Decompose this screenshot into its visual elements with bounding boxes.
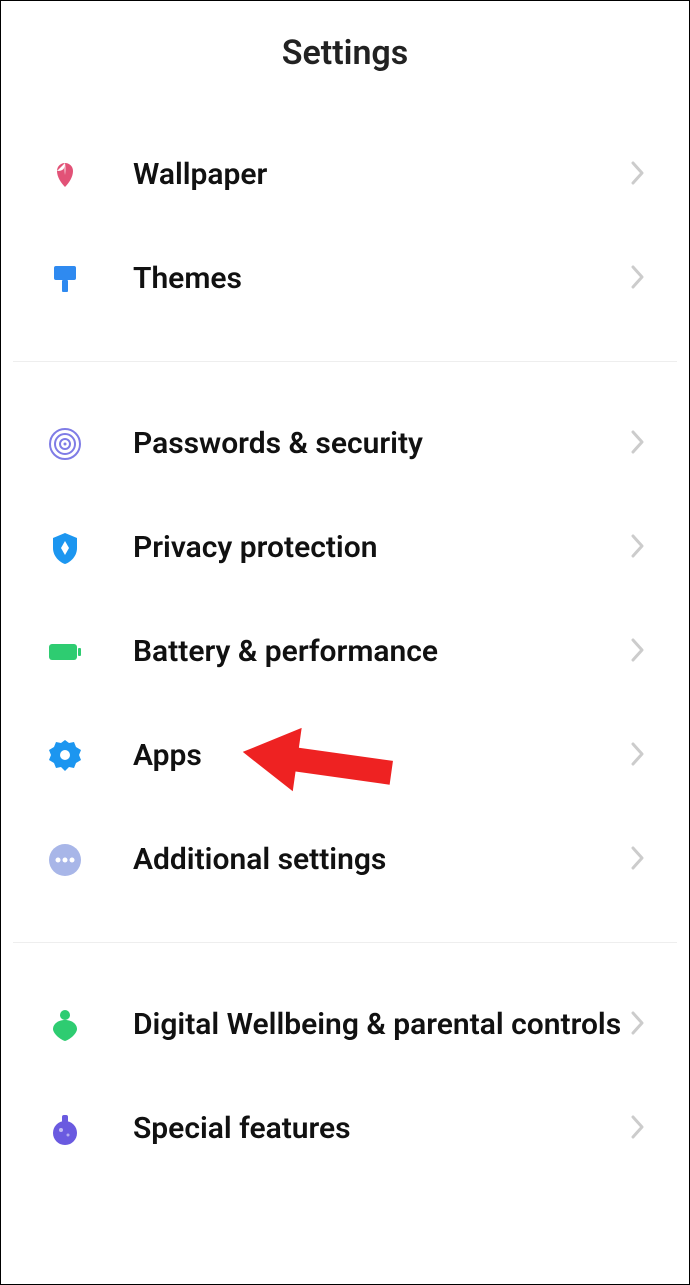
item-additional-settings[interactable]: Additional settings [1, 808, 689, 912]
item-apps[interactable]: Apps [1, 704, 689, 808]
chevron-right-icon [631, 1115, 649, 1143]
item-label: Special features [133, 1110, 631, 1148]
chevron-right-icon [631, 161, 649, 189]
item-passwords-security[interactable]: Passwords & security [1, 392, 689, 496]
item-label: Passwords & security [133, 425, 631, 463]
settings-list: Wallpaper Themes Passwords & security Pr… [1, 123, 689, 1181]
item-label: Apps [133, 737, 631, 775]
chevron-right-icon [631, 430, 649, 458]
wallpaper-icon [45, 155, 85, 195]
item-privacy-protection[interactable]: Privacy protection [1, 496, 689, 600]
item-label: Digital Wellbeing & parental controls [133, 1006, 631, 1044]
item-label: Privacy protection [133, 529, 631, 567]
item-digital-wellbeing[interactable]: Digital Wellbeing & parental controls [1, 973, 689, 1077]
chevron-right-icon [631, 265, 649, 293]
chevron-right-icon [631, 846, 649, 874]
themes-icon [45, 259, 85, 299]
chevron-right-icon [631, 534, 649, 562]
shield-icon [45, 528, 85, 568]
chevron-right-icon [631, 638, 649, 666]
item-wallpaper[interactable]: Wallpaper [1, 123, 689, 227]
item-label: Additional settings [133, 841, 631, 879]
page-title: Settings [1, 33, 689, 73]
item-label: Themes [133, 260, 631, 298]
item-battery-performance[interactable]: Battery & performance [1, 600, 689, 704]
divider [13, 942, 677, 943]
item-special-features[interactable]: Special features [1, 1077, 689, 1181]
page-header: Settings [1, 1, 689, 123]
item-label: Battery & performance [133, 633, 631, 671]
fingerprint-icon [45, 424, 85, 464]
wellbeing-icon [45, 1005, 85, 1045]
item-themes[interactable]: Themes [1, 227, 689, 331]
divider [13, 361, 677, 362]
chevron-right-icon [631, 1011, 649, 1039]
more-icon [45, 840, 85, 880]
battery-icon [45, 632, 85, 672]
gear-icon [45, 736, 85, 776]
flask-icon [45, 1109, 85, 1149]
chevron-right-icon [631, 742, 649, 770]
item-label: Wallpaper [133, 156, 631, 194]
